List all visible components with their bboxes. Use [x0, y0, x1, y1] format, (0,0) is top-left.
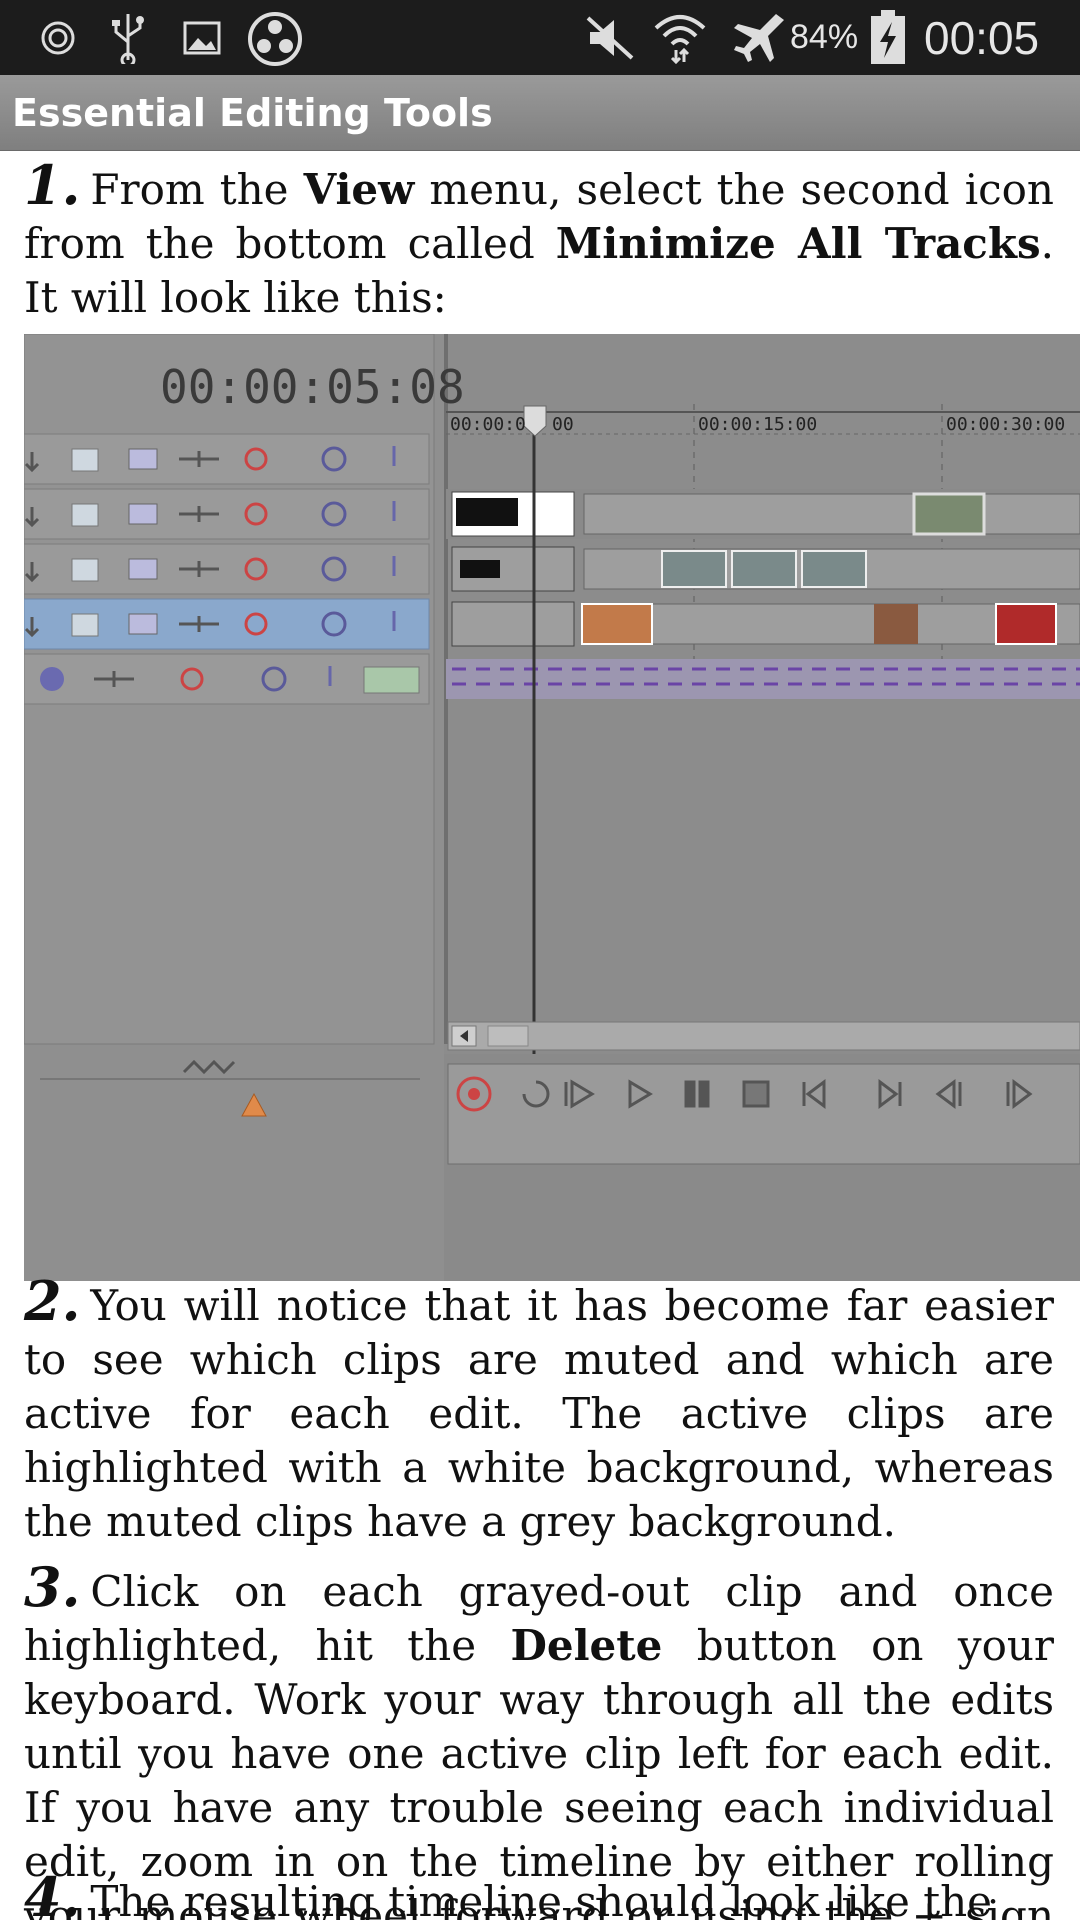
gallery-icon: [183, 21, 221, 55]
clock: 00:05: [924, 11, 1040, 64]
media-icon: [248, 12, 302, 66]
ruler-label-3: 00:00:30:00: [946, 414, 1066, 435]
mute-icon: [586, 16, 634, 60]
ruler-label-0: 00:00:0: [450, 414, 526, 435]
timeline-screenshot: 00:00:05:08 00:00:0 00 00:00:15:00 00:00…: [24, 334, 1080, 1281]
step-2-text: You will notice that it has become far e…: [24, 1281, 1054, 1546]
step-4-number: 4.: [24, 1865, 81, 1920]
airplane-icon: [734, 14, 784, 62]
usb-icon: [112, 14, 144, 64]
step-1-number: 1.: [24, 153, 81, 217]
app-bar: Essential Editing Tools: [0, 75, 1080, 151]
step-1-paragraph: 1. From the View menu, select the second …: [24, 158, 1054, 325]
step-2-paragraph: 2. You will notice that it has become far…: [24, 1274, 1054, 1549]
step-1-bold-minimize: Minimize All Tracks: [555, 219, 1041, 268]
battery-percent: 84%: [790, 18, 859, 56]
article-content[interactable]: 1. From the View menu, select the second …: [0, 150, 1080, 1920]
ruler-label-1: 00: [552, 414, 574, 435]
step-4-text: The resulting timeline should look like …: [90, 1877, 993, 1920]
step-1-bold-view: View: [303, 165, 415, 214]
step-1-text: From the: [90, 165, 304, 214]
battery-charging-icon: [871, 10, 905, 64]
step-3-number: 3.: [24, 1555, 81, 1619]
step-3-bold-delete: Delete: [510, 1621, 663, 1670]
step-2-number: 2.: [24, 1269, 81, 1333]
timecode-display: 00:00:05:08: [160, 360, 465, 414]
ruler-label-2: 00:00:15:00: [698, 414, 818, 435]
wifi-icon: [654, 15, 706, 64]
app-title: Essential Editing Tools: [12, 91, 493, 135]
step-3-paragraph: 3. Click on each grayed-out clip and once…: [24, 1560, 1054, 1920]
step-4-paragraph: 4. The resulting timeline should look lik…: [24, 1870, 1054, 1920]
data-saver-icon: [41, 21, 75, 55]
status-bar: 84% 00:05: [0, 0, 1080, 75]
